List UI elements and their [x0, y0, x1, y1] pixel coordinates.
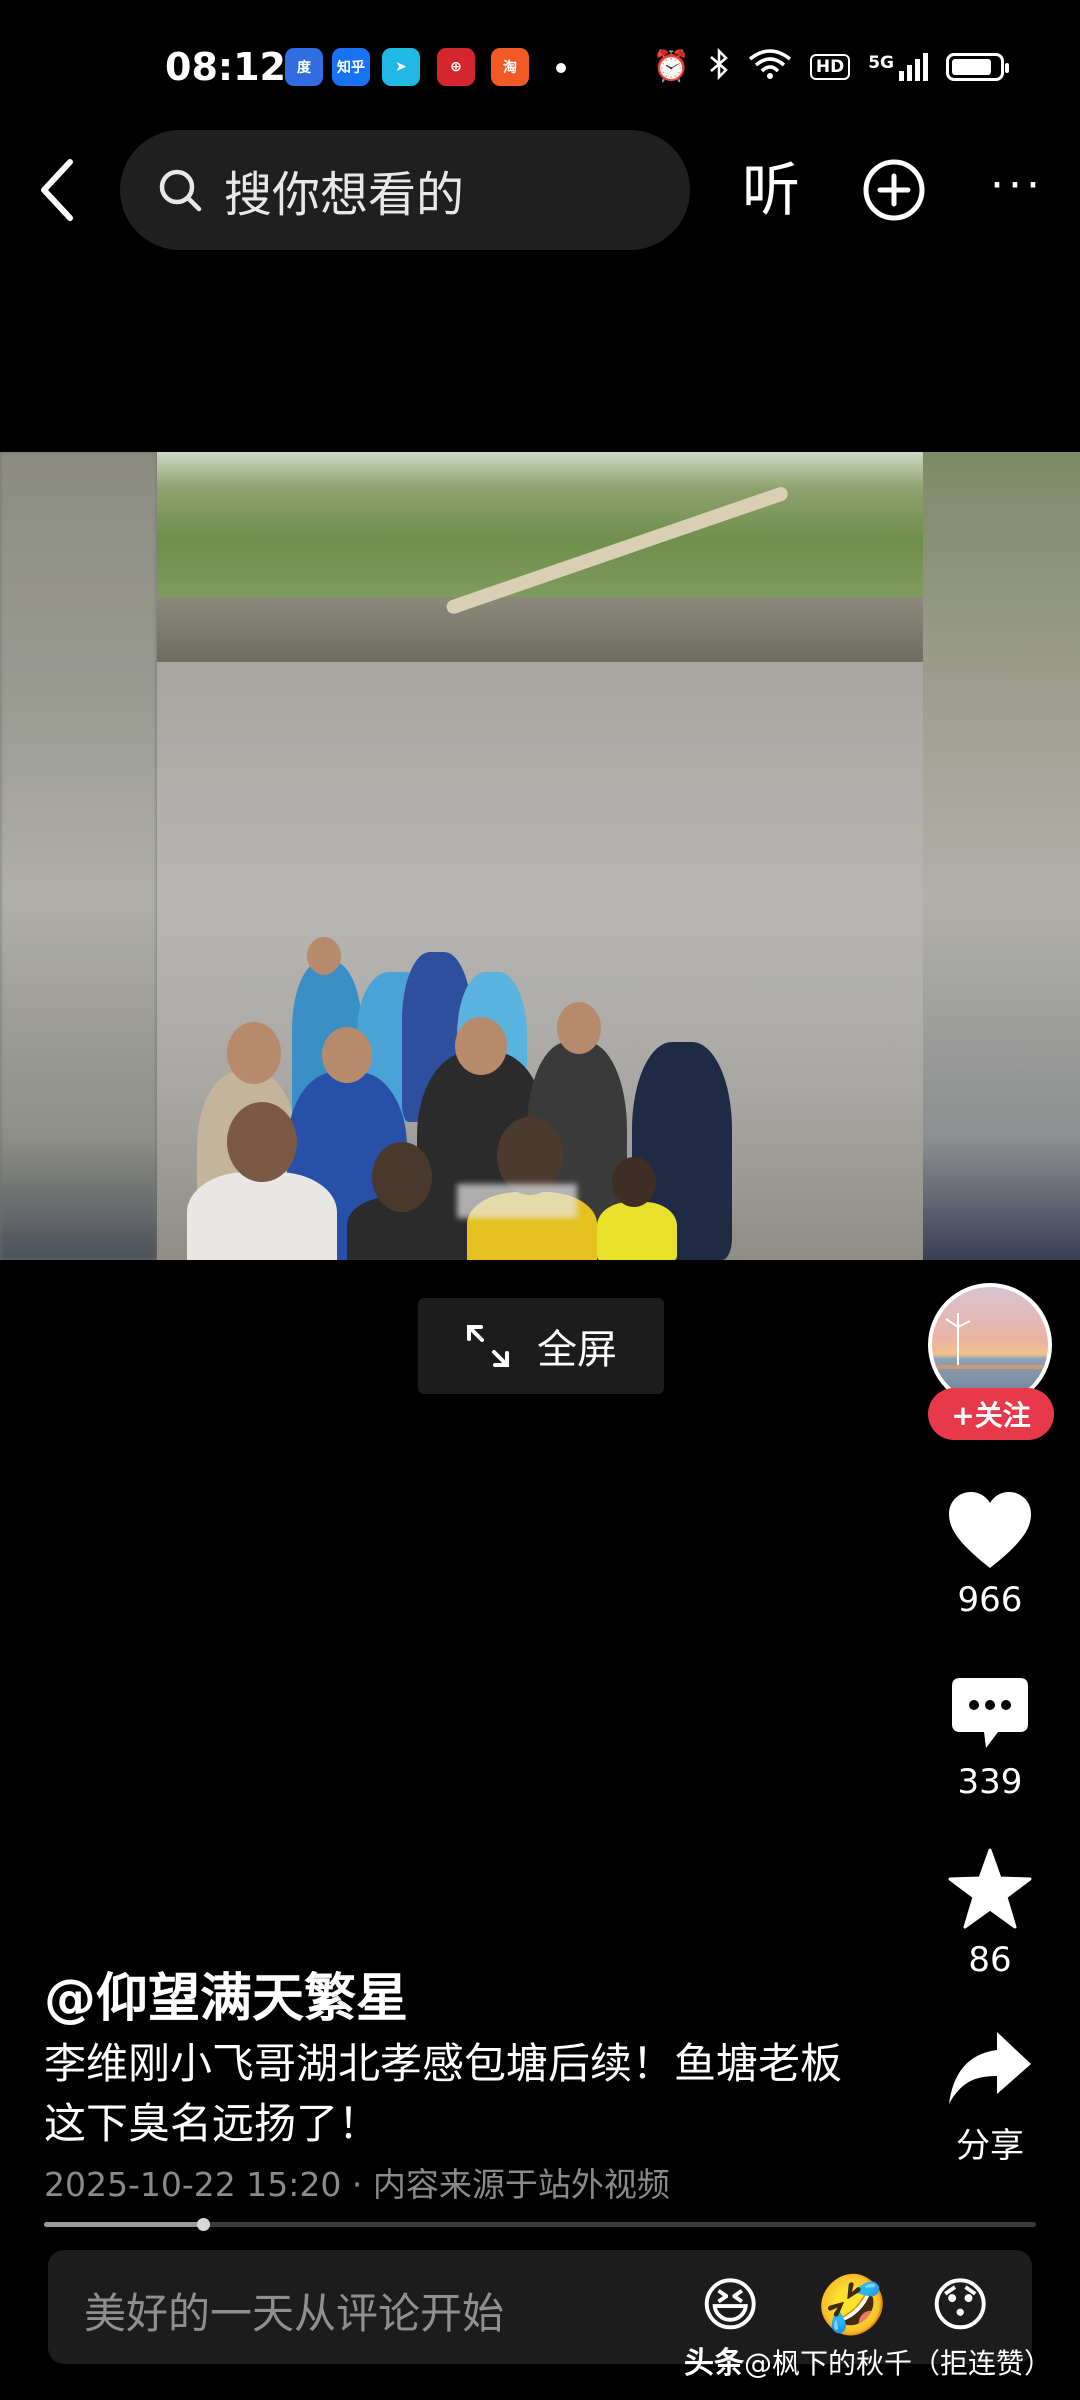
rolling-laughing-emoji-button[interactable]: 🤣 — [816, 2272, 888, 2338]
comment-bubble-icon — [952, 1678, 1028, 1748]
battery-icon — [946, 53, 1009, 81]
cellular-signal-icon: 5G — [868, 53, 928, 81]
person-head — [612, 1157, 656, 1207]
comment-count: 339 — [957, 1762, 1023, 1802]
bluetooth-icon — [708, 47, 730, 86]
video-blur-right — [923, 452, 1080, 1260]
add-button[interactable] — [862, 158, 926, 226]
person — [187, 1172, 337, 1260]
follow-button[interactable]: +关注 — [928, 1388, 1054, 1440]
fullscreen-label: 全屏 — [537, 1327, 617, 1373]
like-count: 966 — [957, 1580, 1023, 1620]
video-player[interactable] — [0, 452, 1080, 1260]
person-head — [227, 1022, 281, 1084]
video-frame — [157, 452, 923, 1260]
chevron-left-icon — [41, 159, 73, 221]
shopping-app-icon: 淘 — [491, 48, 529, 86]
surprised-emoji-button[interactable]: 😯 — [930, 2272, 990, 2338]
person-head — [455, 1017, 507, 1075]
search-input[interactable]: 搜你想看的 — [120, 130, 690, 250]
status-time: 08:12 — [165, 45, 286, 89]
search-placeholder: 搜你想看的 — [224, 167, 465, 223]
status-bar: 08:12 度知乎 ➤ ⊕ 淘 ⏰ HD 5G — [0, 0, 1080, 140]
post-description: 李维刚小飞哥湖北孝感包塘后续！鱼塘老板这下臭名远扬了！ — [44, 2039, 843, 2148]
source-watermark: 头条@枫下的秋千（拒连赞） — [684, 2338, 1052, 2382]
baidu-app-icon: 度 — [285, 48, 323, 86]
mud-bank — [157, 597, 923, 667]
comment-action[interactable]: 339 — [934, 1676, 1046, 1802]
expand-icon — [467, 1325, 509, 1367]
share-label: 分享 — [956, 2126, 1024, 2166]
share-action[interactable]: 分享 — [934, 2030, 1046, 2167]
laughing-emoji-button[interactable]: 😆 — [700, 2272, 760, 2338]
fullscreen-button[interactable]: 全屏 — [418, 1298, 664, 1394]
wifi-icon — [748, 48, 792, 86]
favorite-count: 86 — [968, 1940, 1012, 1980]
blurred-caption — [457, 1184, 577, 1218]
toutiao-brand: 头条 — [683, 2346, 744, 2381]
alarm-icon: ⏰ — [652, 49, 690, 84]
heart-icon — [949, 1492, 1031, 1568]
unionpay-app-icon: ⊕ — [437, 48, 475, 86]
hd-badge: HD — [809, 54, 851, 80]
share-arrow-icon — [949, 2032, 1031, 2104]
more-options-button[interactable]: ··· — [990, 160, 1044, 211]
plus-circle-icon — [863, 159, 925, 221]
network-type-label: 5G — [868, 53, 894, 73]
navigation-app-icon: ➤ — [382, 48, 420, 86]
zhihu-app-icon: 知乎 — [332, 48, 370, 86]
person-head — [307, 937, 341, 975]
person — [597, 1202, 677, 1260]
wind-turbine-icon — [932, 1313, 1048, 1369]
video-progress-fill — [44, 2222, 203, 2227]
system-icons: ⏰ HD 5G — [652, 47, 1009, 86]
listen-button[interactable]: 听 — [742, 152, 800, 228]
author-name[interactable]: @仰望满天繁星 — [44, 1956, 408, 2031]
comment-placeholder: 美好的一天从评论开始 — [84, 2289, 505, 2338]
person-head — [227, 1102, 297, 1182]
person-head — [372, 1142, 432, 1212]
favorite-action[interactable]: 86 — [934, 1848, 1046, 1980]
notification-dot — [556, 63, 566, 73]
video-progress-bar[interactable] — [44, 2218, 1036, 2231]
battery-level — [952, 59, 992, 75]
star-icon — [948, 1848, 1032, 1929]
watermark-handle: @枫下的秋千（拒连赞） — [743, 2347, 1052, 2380]
video-blur-left — [0, 452, 157, 1260]
person-head — [322, 1027, 372, 1083]
post-meta: 2025-10-22 15:20 · 内容来源于站外视频 — [44, 2165, 670, 2204]
person-head — [557, 1002, 601, 1054]
back-button[interactable] — [28, 150, 88, 230]
video-progress-handle[interactable] — [196, 2218, 210, 2231]
like-action[interactable]: 966 — [934, 1490, 1046, 1620]
search-icon — [159, 169, 202, 212]
